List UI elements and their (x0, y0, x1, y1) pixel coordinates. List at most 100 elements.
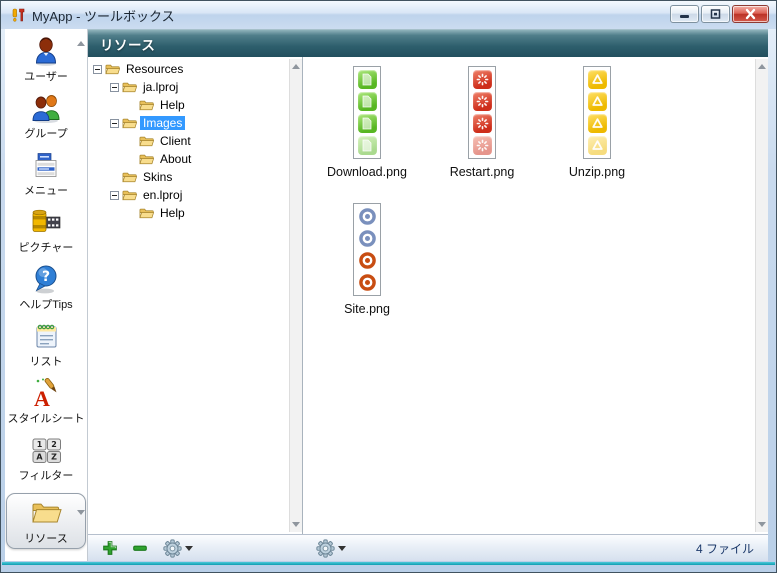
tree-node-label: About (157, 152, 194, 166)
collapse-icon[interactable] (110, 119, 119, 128)
sidebar-scroll-down-icon[interactable] (77, 510, 85, 515)
collapse-icon[interactable] (93, 65, 102, 74)
tree-node-en-lproj[interactable]: en.lproj (88, 186, 288, 204)
tree-node-label: Help (157, 206, 188, 220)
sidebar-item-pictures[interactable]: ピクチャー (7, 206, 85, 263)
plus-icon (101, 539, 119, 557)
filter-icon: 1 2 A Z (30, 434, 62, 466)
sidebar: ユーザー グループ メニ (5, 29, 88, 561)
tree-actions-button[interactable] (162, 538, 182, 558)
sidebar-item-stylesheets[interactable]: A スタイルシート (7, 377, 85, 434)
sidebar-item-label: フィルター (19, 467, 74, 483)
tree-node-ja-lproj[interactable]: ja.lproj (88, 78, 288, 96)
file-thumbnail (353, 203, 381, 296)
svg-text:A: A (34, 386, 50, 409)
file-name: Restart.png (426, 165, 538, 179)
tree-node-help-ja[interactable]: Help (88, 96, 288, 114)
tree-scrollbar[interactable] (289, 59, 302, 532)
app-tools-icon (10, 7, 26, 23)
file-item-restart[interactable]: Restart.png (426, 66, 538, 179)
sidebar-item-filters[interactable]: 1 2 A Z フィルター (7, 434, 85, 491)
maximize-button[interactable] (701, 5, 730, 23)
gear-icon (163, 539, 182, 558)
scroll-up-icon[interactable] (758, 64, 766, 69)
tree-node-label: en.lproj (140, 188, 185, 202)
tree-node-label: Resources (123, 62, 186, 76)
bottom-toolbar: 4 ファイル (88, 534, 768, 561)
resource-tree-panel: Resources ja.lproj (88, 57, 303, 534)
tree-node-about[interactable]: About (88, 150, 288, 168)
folder-icon (139, 135, 154, 148)
sidebar-item-label: リソース (24, 530, 67, 546)
file-item-site[interactable]: Site.png (311, 203, 423, 316)
file-name: Unzip.png (541, 165, 653, 179)
file-thumbnail (583, 66, 611, 159)
close-icon (742, 7, 759, 21)
bottom-accent-bar (2, 562, 775, 565)
sidebar-item-label: ヘルプTips (19, 296, 72, 312)
sidebar-item-users[interactable]: ユーザー (7, 35, 85, 92)
svg-text:A: A (36, 453, 43, 462)
panel-header: リソース (88, 29, 768, 57)
add-button[interactable] (100, 538, 120, 558)
menu-icon (30, 149, 62, 181)
tree-node-images[interactable]: Images (88, 114, 288, 132)
tree-node-resources[interactable]: Resources (88, 60, 288, 78)
folder-icon (122, 81, 137, 94)
tree-node-client[interactable]: Client (88, 132, 288, 150)
close-button[interactable] (732, 5, 769, 23)
tree-node-label: Images (140, 116, 185, 130)
tree-node-help-en[interactable]: Help (88, 204, 288, 222)
svg-text:?: ? (42, 269, 50, 285)
app-window: MyApp - ツールボックス (0, 0, 777, 573)
sidebar-item-label: メニュー (24, 182, 68, 198)
collapse-icon[interactable] (110, 83, 119, 92)
file-thumbnail (468, 66, 496, 159)
file-item-unzip[interactable]: Unzip.png (541, 66, 653, 179)
user-icon (30, 35, 62, 67)
view-actions-dropdown[interactable] (338, 546, 346, 551)
picture-icon (30, 206, 62, 238)
minimize-button[interactable] (670, 5, 699, 23)
tree-node-label: Help (157, 98, 188, 112)
tree-node-label: Skins (140, 170, 175, 184)
view-actions-button[interactable] (315, 538, 335, 558)
scroll-down-icon[interactable] (292, 522, 300, 527)
file-name: Site.png (311, 302, 423, 316)
folder-icon (30, 497, 62, 529)
dropdown-arrow-icon (185, 546, 193, 551)
tree-actions-dropdown[interactable] (185, 546, 193, 551)
remove-button[interactable] (130, 538, 150, 558)
main-area: リソース Resources (88, 29, 768, 561)
folder-icon (122, 171, 137, 184)
folder-icon (139, 99, 154, 112)
sidebar-item-label: スタイルシート (8, 410, 85, 426)
minus-icon (131, 539, 149, 557)
titlebar[interactable]: MyApp - ツールボックス (1, 1, 776, 29)
help-tips-icon: ? (30, 263, 62, 295)
dropdown-arrow-icon (338, 546, 346, 551)
sidebar-scroll-up-icon[interactable] (77, 41, 85, 46)
file-item-download[interactable]: Download.png (311, 66, 423, 179)
list-icon (30, 320, 62, 352)
sidebar-item-help-tips[interactable]: ? ヘルプTips (7, 263, 85, 320)
sidebar-item-groups[interactable]: グループ (7, 92, 85, 149)
sidebar-item-label: グループ (24, 125, 67, 141)
file-name: Download.png (311, 165, 423, 179)
sidebar-item-resources[interactable]: リソース (6, 493, 86, 549)
folder-icon (139, 207, 154, 220)
folder-icon (122, 189, 137, 202)
maximize-icon (707, 7, 724, 21)
tree-node-skins[interactable]: Skins (88, 168, 288, 186)
scroll-up-icon[interactable] (292, 64, 300, 69)
svg-text:2: 2 (51, 440, 57, 449)
sidebar-item-menus[interactable]: メニュー (7, 149, 85, 206)
sidebar-item-lists[interactable]: リスト (7, 320, 85, 377)
scroll-down-icon[interactable] (758, 522, 766, 527)
collapse-icon[interactable] (110, 191, 119, 200)
file-count-status: 4 ファイル (696, 540, 768, 557)
content-scrollbar[interactable] (755, 59, 768, 532)
svg-text:1: 1 (37, 440, 43, 449)
folder-icon (139, 153, 154, 166)
sidebar-item-label: ユーザー (24, 68, 68, 84)
